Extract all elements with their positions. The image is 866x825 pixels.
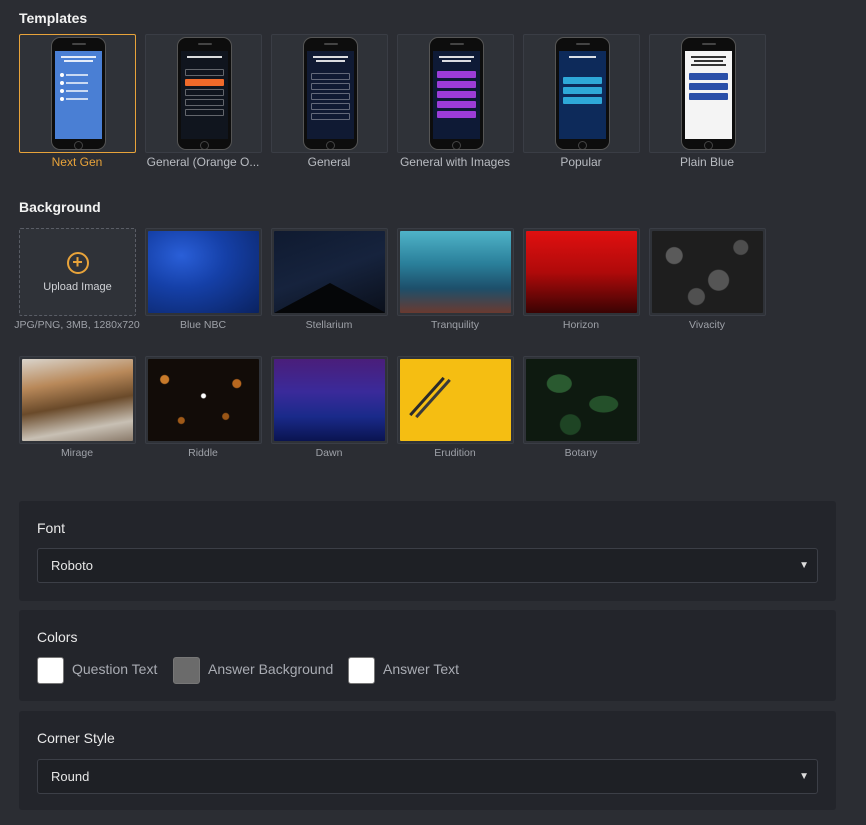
background-blue-nbc[interactable] — [145, 228, 262, 316]
background-erudition[interactable] — [397, 356, 514, 444]
background-label: Erudition — [434, 447, 476, 459]
answer-text-label: Answer Text — [383, 661, 459, 677]
phone-preview — [555, 37, 610, 150]
font-select-value: Roboto — [51, 558, 93, 573]
answer-text-color-swatch[interactable] — [348, 657, 375, 684]
background-vivacity[interactable] — [649, 228, 766, 316]
colors-title: Colors — [37, 629, 78, 645]
background-tranquility[interactable] — [397, 228, 514, 316]
corner-style-select-value: Round — [51, 769, 90, 784]
template-label: Popular — [560, 155, 602, 169]
template-label: Next Gen — [51, 155, 103, 169]
background-mirage[interactable] — [19, 356, 136, 444]
font-select[interactable]: Roboto ▼ — [37, 548, 818, 583]
template-popular[interactable] — [523, 34, 640, 153]
answer-background-label: Answer Background — [208, 661, 334, 677]
background-label: Dawn — [315, 447, 343, 459]
background-label: Horizon — [562, 319, 600, 331]
template-next-gen[interactable] — [19, 34, 136, 153]
background-label: Stellarium — [305, 319, 353, 331]
phone-preview — [177, 37, 232, 150]
template-general-with-images[interactable] — [397, 34, 514, 153]
template-general[interactable] — [271, 34, 388, 153]
template-label: General — [307, 155, 351, 169]
question-text-color-swatch[interactable] — [37, 657, 64, 684]
background-dawn[interactable] — [271, 356, 388, 444]
corner-style-title: Corner Style — [37, 730, 115, 746]
background-title: Background — [19, 199, 101, 215]
template-label: General with Images — [399, 155, 511, 169]
question-text-label: Question Text — [72, 661, 158, 677]
upload-hint: JPG/PNG, 3MB, 1280x720 — [14, 319, 140, 331]
corner-style-panel: Corner Style Round ▼ — [19, 711, 836, 810]
answer-background-color-swatch[interactable] — [173, 657, 200, 684]
background-label: Botany — [564, 447, 598, 459]
background-stellarium[interactable] — [271, 228, 388, 316]
chevron-down-icon: ▼ — [799, 560, 809, 571]
chevron-down-icon: ▼ — [799, 771, 809, 782]
background-label: Vivacity — [689, 319, 725, 331]
background-label: Tranquility — [430, 319, 480, 331]
font-title: Font — [37, 520, 66, 536]
template-label: General (Orange O... — [146, 155, 260, 169]
upload-image-button[interactable]: + Upload Image — [19, 228, 136, 316]
background-riddle[interactable] — [145, 356, 262, 444]
background-botany[interactable] — [523, 356, 640, 444]
phone-preview — [303, 37, 358, 150]
background-label: Mirage — [60, 447, 94, 459]
background-label: Riddle — [188, 447, 218, 459]
template-label: Plain Blue — [679, 155, 735, 169]
templates-title: Templates — [19, 10, 88, 26]
phone-preview — [429, 37, 484, 150]
colors-panel: Colors Question Text Answer Background A… — [19, 610, 836, 701]
font-panel: Font Roboto ▼ — [19, 501, 836, 601]
phone-preview — [51, 37, 106, 150]
template-general-orange[interactable] — [145, 34, 262, 153]
upload-label: Upload Image — [43, 280, 112, 293]
plus-circle-icon: + — [66, 251, 89, 274]
background-label: Blue NBC — [179, 319, 227, 331]
phone-preview — [681, 37, 736, 150]
template-plain-blue[interactable] — [649, 34, 766, 153]
corner-style-select[interactable]: Round ▼ — [37, 759, 818, 794]
background-horizon[interactable] — [523, 228, 640, 316]
